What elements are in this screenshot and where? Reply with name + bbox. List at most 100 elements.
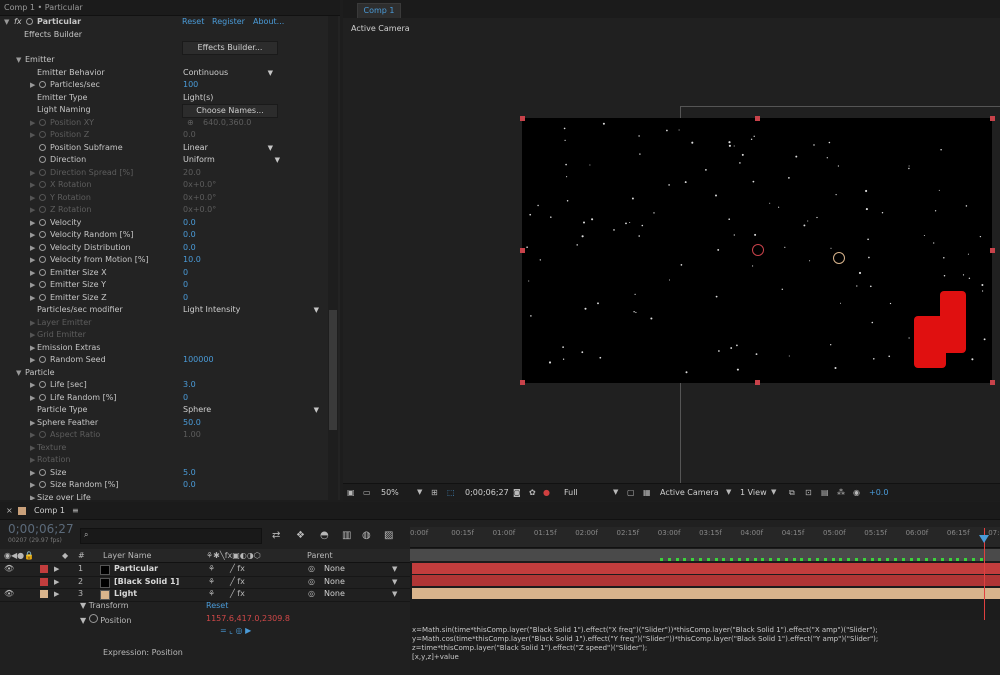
chevron-down-icon[interactable]: ▼ [726,484,731,501]
keyframe-marker[interactable] [823,558,827,561]
shy-icon[interactable]: ◓ [320,530,329,541]
fx-toggle-icon[interactable] [26,18,33,25]
stopwatch-icon[interactable] [39,231,46,238]
triangle-right-icon[interactable]: ▶ [30,204,35,217]
velocity-distribution-value[interactable]: 0.0 [183,242,196,255]
sphere-feather-value[interactable]: 50.0 [183,417,201,430]
selection-handle[interactable] [520,248,525,253]
triangle-right-icon[interactable]: ▶ [30,467,35,480]
crosshair-icon[interactable]: ⊕ [187,117,194,130]
keyframe-marker[interactable] [956,558,960,561]
emission-extras-row[interactable]: ▶ Emission Extras [0,342,326,355]
triangle-right-icon[interactable]: ▶ [30,179,35,192]
keyframe-marker[interactable] [777,558,780,561]
x-rotation-value[interactable]: 0x+0.0° [183,179,216,192]
exposure-value[interactable]: +0.0 [869,484,888,501]
triangle-icon[interactable]: ▼ [80,616,89,625]
triangle-right-icon[interactable]: ▶ [30,267,35,280]
label-color-swatch[interactable] [40,577,48,586]
keyframe-marker[interactable] [855,558,858,561]
render-canvas[interactable] [522,118,992,383]
position-xy-value[interactable]: 640.0,360.0 [203,117,251,130]
stopwatch-icon[interactable] [39,156,46,163]
particles-modifier-dropdown[interactable]: Light Intensity ▼ [183,304,321,316]
stopwatch-icon[interactable] [39,481,46,488]
triangle-right-icon[interactable]: ▶ [30,217,35,230]
triangle-right-icon[interactable]: ▶ [30,342,35,355]
triangle-right-icon[interactable]: ▶ [30,417,35,430]
emitter-type-dropdown[interactable]: Light(s) [183,92,275,104]
exposure-icon[interactable]: ◉ [853,484,860,501]
transform-group[interactable]: ▼ Transform [80,601,129,610]
stopwatch-icon[interactable] [39,431,46,438]
keyframe-marker[interactable] [870,558,874,561]
selection-handle[interactable] [990,248,995,253]
keyframe-marker[interactable] [964,558,968,561]
fx-switch-icon[interactable]: ╱ fx [230,576,245,589]
viewer-timecode[interactable]: 0;00;06;27 [465,484,509,501]
transform-reset-link[interactable]: Reset [206,601,228,610]
eye-icon[interactable]: 👁 [4,563,14,576]
triangle-right-icon[interactable]: ▶ [30,329,35,342]
layer-bar-particular[interactable] [412,563,1000,574]
keyframe-marker[interactable] [831,558,835,561]
triangle-right-icon[interactable]: ▶ [30,492,35,501]
region-icon[interactable]: ▢ [627,484,635,501]
stopwatch-icon[interactable] [39,356,46,363]
keyframe-marker[interactable] [784,558,788,561]
layer-bar-black-solid[interactable] [412,575,1000,586]
triangle-right-icon[interactable]: ▶ [54,588,59,601]
col-layer-name[interactable]: Layer Name [103,549,151,562]
keyframe-marker[interactable] [753,558,757,561]
shy-switch-icon[interactable]: ⚘ [208,588,215,601]
keyframe-marker[interactable] [862,558,866,561]
triangle-right-icon[interactable]: ▶ [30,317,35,330]
position-z-value[interactable]: 0.0 [183,129,196,142]
fast-preview-icon[interactable]: ⊡ [805,484,812,501]
stopwatch-icon[interactable] [39,131,46,138]
stopwatch-icon[interactable] [39,281,46,288]
expression-controls[interactable]: = ⌞ ◎ ▶ [220,626,251,635]
grid-emitter-row[interactable]: ▶ Grid Emitter [0,329,326,342]
keyframe-marker[interactable] [901,558,905,561]
about-link[interactable]: About... [253,16,284,29]
keyframe-marker[interactable] [730,558,734,561]
label-color-swatch[interactable] [40,590,48,598]
keyframe-marker[interactable] [800,558,804,561]
selection-handle[interactable] [990,116,995,121]
keyframe-marker[interactable] [940,558,944,561]
chevron-down-icon[interactable]: ▼ [771,484,776,501]
layer-name[interactable]: Light [114,588,137,601]
triangle-right-icon[interactable]: ▶ [54,563,59,576]
size-value[interactable]: 5.0 [183,467,196,480]
direction-dropdown[interactable]: Uniform ▼ [183,154,282,166]
emitter-target-icon[interactable] [752,244,764,256]
stopwatch-icon[interactable] [39,81,46,88]
keyframe-marker[interactable] [972,558,975,561]
stopwatch-icon[interactable] [39,118,46,126]
triangle-right-icon[interactable]: ▶ [30,442,35,455]
keyframe-marker[interactable] [714,558,718,561]
layer-bar-light[interactable] [412,588,1000,599]
collapse-triangle-icon[interactable]: ▼ [4,16,9,29]
motion-blur-icon[interactable]: ◍ [362,530,371,541]
graph-editor-icon[interactable]: ▨ [384,530,393,541]
layer-name[interactable]: Particular [114,563,158,576]
keyframe-marker[interactable] [925,558,929,561]
triangle-right-icon[interactable]: ▶ [30,229,35,242]
texture-row[interactable]: ▶ Texture [0,442,326,455]
expression-field[interactable]: x=Math.sin(time*thisComp.layer("Black So… [410,620,1000,675]
life-random-value[interactable]: 0 [183,392,188,405]
chevron-down-icon[interactable]: ▼ [392,588,397,601]
register-link[interactable]: Register [212,16,245,29]
direction-spread-value[interactable]: 20.0 [183,167,201,180]
stopwatch-icon[interactable] [39,218,46,226]
layer-emitter-row[interactable]: ▶ Layer Emitter [0,317,326,330]
selection-handle[interactable] [520,380,525,385]
parent-select[interactable]: None [324,576,345,589]
tab-comp-1[interactable]: Comp 1 [357,3,401,19]
camera-select[interactable]: Active Camera [660,484,719,501]
transparency-icon[interactable]: ▦ [643,484,651,501]
snapshot-icon[interactable]: ✿ [529,484,536,501]
keyframe-marker[interactable] [738,558,741,561]
